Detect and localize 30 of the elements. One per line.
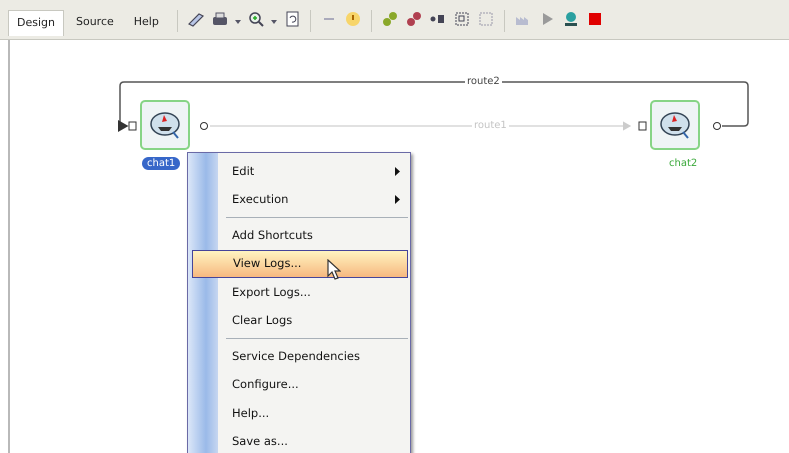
menu-item[interactable]: Edit: [192, 157, 408, 186]
layout-icon[interactable]: [452, 10, 471, 28]
service-node[interactable]: [140, 100, 190, 150]
menu-item[interactable]: Clear Logs: [192, 306, 408, 335]
tab[interactable]: Source: [68, 10, 122, 34]
output-port[interactable]: [713, 122, 721, 130]
menu-item[interactable]: Save as...: [192, 428, 408, 453]
menu-item[interactable]: Configure...: [192, 370, 408, 399]
menu-item[interactable]: Service Dependencies: [192, 342, 408, 370]
warning-circle-icon[interactable]: [344, 10, 362, 28]
submenu-arrow-icon: [395, 195, 400, 204]
tab[interactable]: Design: [8, 10, 64, 36]
cursor-icon: [327, 258, 341, 280]
menu-item[interactable]: Add Shortcuts: [192, 221, 408, 250]
printer-icon[interactable]: [210, 10, 229, 28]
submenu-arrow-icon: [395, 166, 400, 176]
menu-item[interactable]: View Logs...: [192, 250, 408, 278]
service-node[interactable]: [650, 100, 700, 150]
menu-item[interactable]: Help...: [192, 399, 408, 428]
node-label: chat1: [142, 157, 180, 170]
menu-item[interactable]: Execution: [192, 186, 408, 214]
caret-icon: [270, 20, 277, 24]
input-port[interactable]: [128, 122, 136, 130]
zoom-icon[interactable]: [246, 10, 265, 28]
caret-icon: [234, 20, 241, 24]
menu-item[interactable]: Export Logs...: [192, 278, 408, 306]
tab[interactable]: Help: [126, 10, 167, 34]
input-port[interactable]: [638, 122, 646, 130]
node-label: chat2: [668, 157, 698, 170]
output-port[interactable]: [200, 122, 208, 130]
